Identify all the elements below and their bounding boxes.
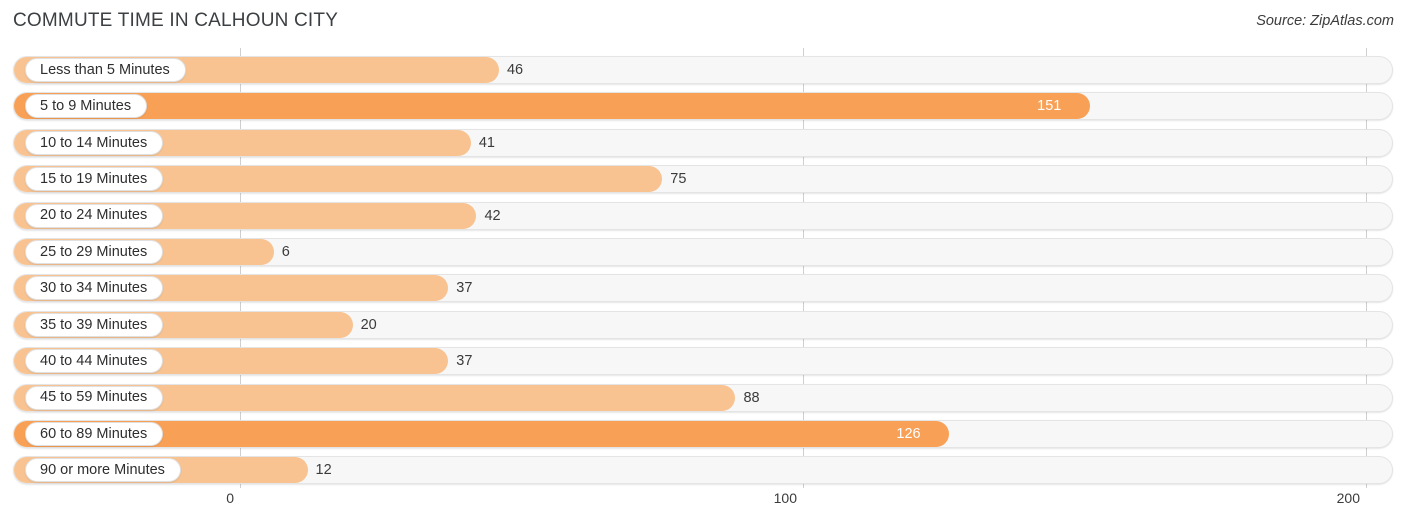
bar-value-label: 6 xyxy=(281,244,290,260)
bar-category-label: 5 to 9 Minutes xyxy=(25,94,148,119)
bar-value-label: 20 xyxy=(360,316,377,333)
bar-category-label-text: 20 to 24 Minutes xyxy=(40,207,148,224)
bar-value-label: 75 xyxy=(670,171,687,188)
bar-row[interactable]: 25 to 29 Minutes 6 xyxy=(13,238,1393,266)
bar-category-label: 10 to 14 Minutes xyxy=(25,130,164,155)
bar-row[interactable]: 90 or more Minutes 12 xyxy=(13,456,1393,485)
bar-category-label-text: 60 to 89 Minutes xyxy=(40,425,148,442)
bar-category-label: 35 to 39 Minutes xyxy=(25,312,164,337)
bar-row[interactable]: 60 to 89 Minutes 126 xyxy=(13,420,1393,448)
bar-row[interactable]: 10 to 14 Minutes 41 xyxy=(13,128,1393,157)
bar-value-label: 12 xyxy=(315,462,332,479)
x-axis-tick-label: 200 xyxy=(1336,490,1360,506)
bar-category-label: 25 to 29 Minutes xyxy=(25,240,164,264)
bar-category-label-text: 45 to 59 Minutes xyxy=(40,389,148,406)
bar-value-label: 42 xyxy=(484,207,501,224)
bar-category-label: 90 or more Minutes xyxy=(25,458,181,483)
bar xyxy=(14,93,1091,120)
bar-value-label: 126 xyxy=(896,426,921,442)
bar-category-label-text: 10 to 14 Minutes xyxy=(40,134,148,151)
bar-category-label-text: 30 to 34 Minutes xyxy=(40,280,148,297)
bar-category-label: 20 to 24 Minutes xyxy=(25,203,164,228)
bar-value-label: 37 xyxy=(456,353,473,370)
bar-value-label: 37 xyxy=(456,280,473,297)
bar-value-label: 41 xyxy=(478,134,495,151)
bar-row[interactable]: 40 to 44 Minutes 37 xyxy=(13,347,1393,376)
page-title: COMMUTE TIME IN CALHOUN CITY xyxy=(13,10,339,31)
bar-value-label: 88 xyxy=(743,389,760,406)
x-axis-tick-label: 100 xyxy=(773,490,797,506)
bar-category-label: Less than 5 Minutes xyxy=(25,58,186,82)
bar-row[interactable]: 35 to 39 Minutes 20 xyxy=(13,310,1393,339)
bar-value-label: 46 xyxy=(506,62,524,78)
bar-category-label: 15 to 19 Minutes xyxy=(25,167,164,192)
bar-row[interactable]: 30 to 34 Minutes 37 xyxy=(13,274,1393,303)
bar-row[interactable]: 20 to 24 Minutes 42 xyxy=(13,201,1393,230)
commute-time-bar-chart: COMMUTE TIME IN CALHOUN CITY Source: Zip… xyxy=(0,0,1406,522)
bar-row[interactable]: Less than 5 Minutes 46 xyxy=(13,56,1393,84)
bar-row[interactable]: 15 to 19 Minutes 75 xyxy=(13,165,1393,194)
plot-area: Less than 5 Minutes 46 5 to 9 Minutes 151 10… xyxy=(0,48,1406,488)
bar-category-label-text: 40 to 44 Minutes xyxy=(40,352,148,369)
bar-category-label: 40 to 44 Minutes xyxy=(25,349,164,374)
bar-row[interactable]: 45 to 59 Minutes 88 xyxy=(13,383,1393,412)
bar-rows: Less than 5 Minutes 46 5 to 9 Minutes 151 10… xyxy=(0,48,1406,488)
chart-header: COMMUTE TIME IN CALHOUN CITY Source: Zip… xyxy=(0,0,1406,46)
x-axis-tick-label: 0 xyxy=(226,490,234,506)
bar-category-label-text: 5 to 9 Minutes xyxy=(40,98,132,115)
bar-category-label: 30 to 34 Minutes xyxy=(25,276,164,301)
bar-row[interactable]: 5 to 9 Minutes 151 xyxy=(13,92,1393,121)
bar-category-label-text: 25 to 29 Minutes xyxy=(40,243,148,260)
bar-category-label-text: 90 or more Minutes xyxy=(40,462,165,479)
source-attribution: Source: ZipAtlas.com xyxy=(1256,13,1394,29)
bar-category-label: 45 to 59 Minutes xyxy=(25,385,164,410)
bar-value-label: 151 xyxy=(1037,98,1062,115)
bar-category-label-text: 15 to 19 Minutes xyxy=(40,170,148,187)
bar-category-label: 60 to 89 Minutes xyxy=(25,422,164,446)
bar-category-label-text: Less than 5 Minutes xyxy=(40,61,170,78)
bar-category-label-text: 35 to 39 Minutes xyxy=(40,316,148,333)
x-axis: 0 100 200 xyxy=(0,486,1406,522)
